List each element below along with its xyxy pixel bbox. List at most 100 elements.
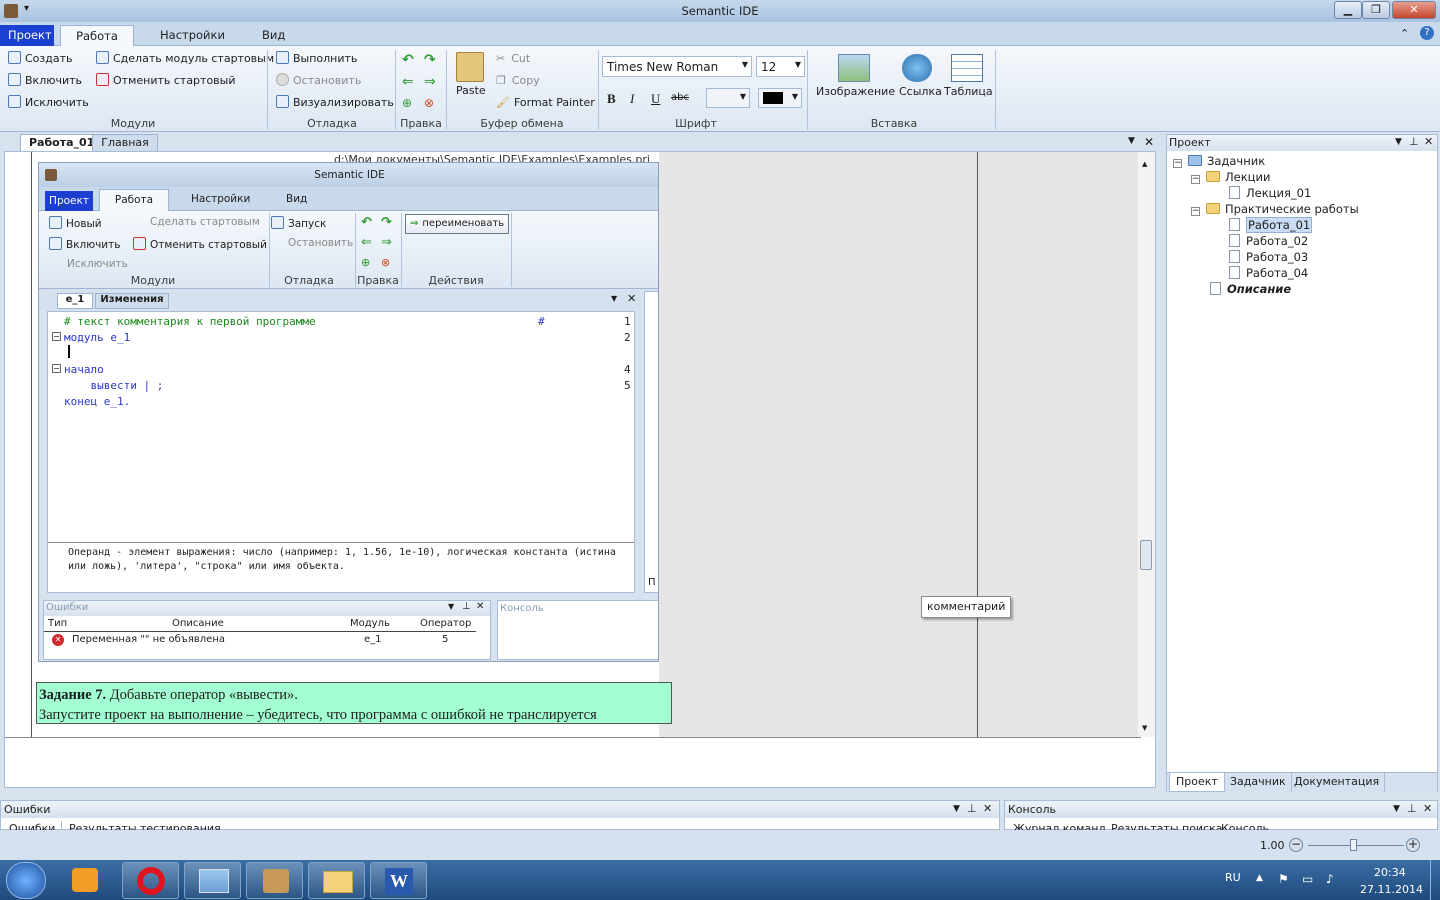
visualize-button[interactable]: Визуализировать <box>276 94 394 114</box>
underline-button[interactable]: U <box>651 91 660 107</box>
highlight-color-select[interactable]: ▼ <box>706 88 750 108</box>
show-hidden-icons[interactable]: ▲ <box>1256 873 1263 883</box>
tree-work-03[interactable]: Работа_03 <box>1229 249 1308 265</box>
italic-button[interactable]: I <box>630 91 634 107</box>
stop-button[interactable]: Остановить <box>276 72 361 92</box>
doc-menu-icon[interactable]: ▼ <box>1128 136 1135 146</box>
cut-button[interactable]: ✂ Cut <box>496 50 530 70</box>
paste-button[interactable]: Paste <box>456 82 486 102</box>
panel-menu-icon[interactable]: ▼ <box>953 804 960 814</box>
scroll-up-icon[interactable]: ▲ <box>1142 160 1147 168</box>
show-desktop-button[interactable] <box>1430 860 1440 900</box>
table-icon[interactable] <box>951 54 983 82</box>
taskbar-photo[interactable] <box>184 862 241 899</box>
clock-date[interactable]: 27.11.2014 <box>1360 883 1423 896</box>
taskbar-word[interactable]: W <box>370 862 427 899</box>
network-icon[interactable]: ▭ <box>1302 872 1313 886</box>
inner-new-button: Новый <box>49 216 102 230</box>
media-player-icon[interactable] <box>72 868 98 892</box>
zoom-slider-thumb[interactable] <box>1350 839 1357 851</box>
doc-tab-main[interactable]: Главная <box>92 134 158 151</box>
language-indicator[interactable]: RU <box>1225 871 1241 884</box>
tab-work[interactable]: Работа <box>60 25 134 46</box>
clock-time[interactable]: 20:34 <box>1374 866 1406 879</box>
insert-image-button[interactable]: Изображение <box>816 83 895 103</box>
undo-icon[interactable]: ↶ <box>402 52 414 68</box>
font-size-select[interactable]: 12 ▼ <box>756 56 805 77</box>
taskbar-explorer[interactable] <box>308 862 365 899</box>
exclude-button[interactable]: Исключить <box>8 94 89 114</box>
collapse-icon[interactable]: − <box>1191 175 1200 184</box>
create-button[interactable]: Создать <box>8 50 73 70</box>
zoom-out-button[interactable]: − <box>1289 838 1303 852</box>
doc-tab-work-01[interactable]: Работа_01 <box>20 134 104 151</box>
collapse-icon[interactable]: − <box>1191 207 1200 216</box>
tree-root[interactable]: − Задачник <box>1173 153 1265 169</box>
panel-tab-docs[interactable]: Документация <box>1289 773 1386 792</box>
minimize-button[interactable]: ▁ <box>1334 1 1362 19</box>
help-collapse-icon[interactable]: ⌃ <box>1400 27 1409 40</box>
panel-menu-icon[interactable]: ▼ <box>1395 137 1402 147</box>
start-button[interactable] <box>6 862 46 899</box>
pin-icon[interactable]: ⊥ <box>1409 135 1419 148</box>
font-family-select[interactable]: Times New Roman ▼ <box>602 56 752 77</box>
image-icon[interactable] <box>838 54 870 82</box>
inner-side-panel: П <box>644 291 658 593</box>
inner-run-label: Запуск <box>288 218 327 230</box>
tree-practical[interactable]: − Практические работы <box>1191 201 1359 217</box>
panel-close-icon[interactable]: ✕ <box>1424 135 1433 148</box>
cancel-start-button[interactable]: Отменить стартовый <box>96 72 236 92</box>
forward-arrow-icon[interactable]: ⇒ <box>424 74 436 90</box>
vertical-scrollbar[interactable]: ▲ ▼ <box>1138 152 1155 737</box>
pin-icon[interactable]: ⊥ <box>1407 802 1417 815</box>
panel-tab-project[interactable]: Проект <box>1169 773 1225 792</box>
project-menu-button[interactable]: Проект <box>0 25 54 46</box>
tree-description[interactable]: Описание <box>1210 281 1291 297</box>
include-button[interactable]: Включить <box>8 72 82 92</box>
tab-view[interactable]: Вид <box>250 25 297 46</box>
pin-icon[interactable]: ⊥ <box>967 802 977 815</box>
redo-icon[interactable]: ↷ <box>424 52 436 68</box>
help-icon[interactable]: ? <box>1420 26 1434 40</box>
remove-bookmark-icon[interactable]: ⊗ <box>424 96 434 110</box>
tree-work-02[interactable]: Работа_02 <box>1229 233 1308 249</box>
tree-lecture-01[interactable]: Лекция_01 <box>1229 185 1311 201</box>
taskbar-opera[interactable] <box>122 862 179 899</box>
cancel-start-label: Отменить стартовый <box>113 74 236 87</box>
tree-work-01[interactable]: Работа_01 <box>1229 217 1313 233</box>
tab-settings[interactable]: Настройки <box>148 25 237 46</box>
scroll-down-icon[interactable]: ▼ <box>1142 724 1147 732</box>
panel-tab-tasks[interactable]: Задачник <box>1225 773 1292 792</box>
taskbar-semantic-ide[interactable] <box>246 862 303 899</box>
make-start-button[interactable]: Сделать модуль стартовым <box>96 50 274 70</box>
chevron-down-icon: ▼ <box>791 92 798 101</box>
add-bookmark-icon[interactable]: ⊕ <box>402 96 412 110</box>
copy-button[interactable]: ❐ Copy <box>496 72 540 92</box>
tree-lectures[interactable]: − Лекции <box>1191 169 1270 185</box>
insert-link-button[interactable]: Ссылка <box>899 83 942 103</box>
action-center-icon[interactable]: ⚑ <box>1278 872 1289 886</box>
run-button[interactable]: Выполнить <box>276 50 357 70</box>
paste-icon[interactable] <box>456 52 484 82</box>
panel-menu-icon[interactable]: ▼ <box>1393 804 1400 814</box>
panel-close-icon[interactable]: ✕ <box>1423 802 1432 815</box>
zoom-in-button[interactable]: + <box>1406 838 1420 852</box>
doc-close-icon[interactable]: ✕ <box>1144 135 1154 149</box>
close-button[interactable]: ✕ <box>1392 1 1436 19</box>
scroll-thumb[interactable] <box>1140 540 1152 570</box>
insert-table-button[interactable]: Таблица <box>944 83 993 103</box>
back-arrow-icon[interactable]: ⇐ <box>402 74 414 90</box>
maximize-button[interactable]: ❐ <box>1362 1 1390 19</box>
errors-panel-header: Ошибки ▼ ⊥ ✕ <box>1 801 999 818</box>
bold-button[interactable]: B <box>607 91 616 107</box>
font-color-select[interactable]: ▼ <box>758 88 802 108</box>
collapse-icon[interactable]: − <box>1173 159 1182 168</box>
inner-new-label: Новый <box>66 218 102 230</box>
strikethrough-button[interactable]: abc <box>671 92 689 103</box>
volume-icon[interactable]: ♪ <box>1326 872 1334 886</box>
panel-close-icon[interactable]: ✕ <box>983 802 992 815</box>
link-icon[interactable] <box>902 54 932 82</box>
group-separator <box>395 50 396 130</box>
format-painter-button[interactable]: 🖌 Format Painter <box>496 94 595 114</box>
tree-work-04[interactable]: Работа_04 <box>1229 265 1308 281</box>
